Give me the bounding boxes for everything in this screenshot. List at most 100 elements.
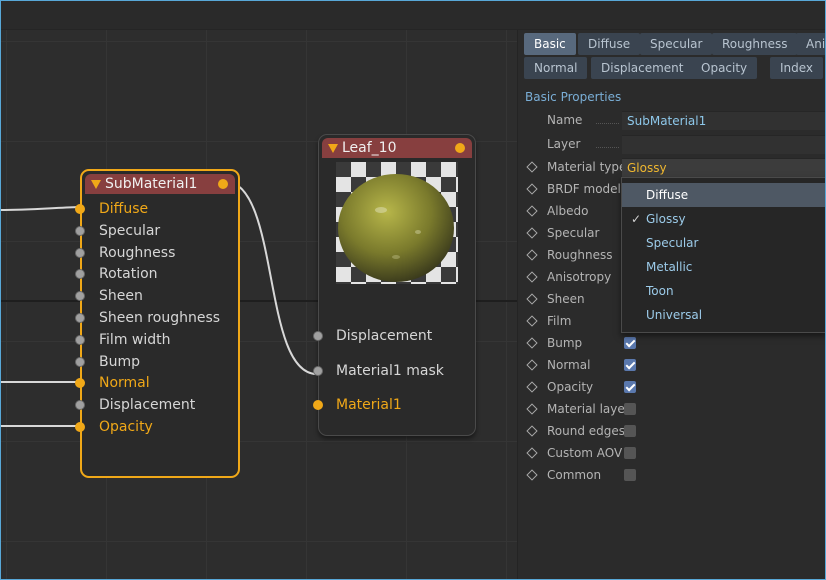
input-label: Film width (99, 331, 171, 348)
collapse-triangle-icon[interactable] (91, 180, 101, 189)
submaterial-node-title: SubMaterial1 (105, 176, 198, 192)
prop-label: Albedo (547, 204, 589, 218)
prop-label: Material type (547, 160, 627, 174)
dropdown-option-toon[interactable]: Toon (622, 279, 825, 303)
input-port[interactable] (75, 247, 85, 258)
material-type-dropdown[interactable]: Diffuse ✓ Glossy Specular Metallic Toon Univer… (621, 177, 826, 333)
prop-label: Sheen (547, 292, 585, 306)
leaf-output-port[interactable] (455, 143, 465, 153)
prop-label: Normal (547, 358, 591, 372)
input-port[interactable] (75, 225, 85, 236)
prop-row-material-type: Material type Glossy (518, 156, 826, 178)
input-label: Material1 mask (336, 362, 444, 379)
keyframe-diamond-icon[interactable] (526, 161, 538, 173)
keyframe-diamond-icon[interactable] (526, 227, 538, 239)
input-port[interactable] (313, 400, 323, 410)
input-label: Roughness (99, 244, 176, 261)
tab-opacity[interactable]: Opacity (691, 57, 758, 79)
checkbox[interactable] (624, 469, 636, 481)
keyframe-diamond-icon[interactable] (526, 183, 538, 195)
dropdown-option-glossy[interactable]: ✓ Glossy (622, 207, 825, 231)
dropdown-option-universal[interactable]: Universal (622, 303, 825, 327)
input-port[interactable] (75, 356, 85, 367)
input-port[interactable] (313, 365, 323, 376)
section-title: Basic Properties (525, 90, 622, 104)
input-port[interactable] (75, 269, 85, 280)
prop-row-round-edges: Round edges (518, 420, 826, 442)
prop-row-opacity: Opacity (518, 376, 826, 398)
leader-dots (596, 147, 619, 148)
checkbox[interactable] (624, 381, 636, 393)
node-editor-canvas[interactable]: SubMaterial1 Diffuse Specular Roughness Rot… (0, 30, 517, 580)
dropdown-option-metallic[interactable]: Metallic (622, 255, 825, 279)
submaterial-node[interactable]: SubMaterial1 Diffuse Specular Roughness Rot… (75, 169, 240, 478)
checkbox[interactable] (624, 337, 636, 349)
submaterial-output-port[interactable] (218, 179, 228, 189)
prop-label: Layer (547, 137, 581, 151)
input-port[interactable] (75, 400, 85, 411)
checkbox[interactable] (624, 359, 636, 371)
input-label: Rotation (99, 266, 158, 283)
dropdown-option-specular[interactable]: Specular (622, 231, 825, 255)
prop-row-layer: Layer (518, 133, 826, 155)
keyframe-diamond-icon[interactable] (526, 315, 538, 327)
input-port[interactable] (75, 422, 85, 432)
submaterial-node-header[interactable]: SubMaterial1 (85, 174, 235, 194)
keyframe-diamond-icon[interactable] (526, 205, 538, 217)
checkmark-icon: ✓ (631, 212, 642, 226)
prop-label: Film (547, 314, 572, 328)
tab-basic[interactable]: Basic (524, 33, 576, 55)
keyframe-diamond-icon[interactable] (526, 447, 538, 459)
checkbox[interactable] (624, 403, 636, 415)
prop-label: Common (547, 468, 602, 482)
layer-field[interactable] (622, 135, 826, 154)
keyframe-diamond-icon[interactable] (526, 359, 538, 371)
prop-label: Round edges (547, 424, 626, 438)
leaf-node-title: Leaf_10 (342, 140, 397, 156)
tab-ani[interactable]: Ani (796, 33, 826, 55)
input-port[interactable] (75, 334, 85, 345)
input-port[interactable] (75, 204, 85, 214)
tab-normal[interactable]: Normal (524, 57, 588, 79)
keyframe-diamond-icon[interactable] (526, 381, 538, 393)
name-field[interactable]: SubMaterial1 (622, 111, 826, 130)
keyframe-diamond-icon[interactable] (526, 403, 538, 415)
keyframe-diamond-icon[interactable] (526, 469, 538, 481)
input-port[interactable] (75, 378, 85, 389)
input-label: Displacement (336, 328, 433, 344)
material-type-select[interactable]: Glossy (622, 158, 826, 177)
option-label: Universal (646, 308, 703, 322)
keyframe-diamond-icon[interactable] (526, 425, 538, 437)
option-label: Diffuse (646, 188, 689, 202)
tab-specular[interactable]: Specular (640, 33, 713, 55)
prop-label: Opacity (547, 380, 594, 394)
keyframe-diamond-icon[interactable] (526, 271, 538, 283)
leaf-node-header[interactable]: Leaf_10 (322, 138, 472, 158)
input-port[interactable] (75, 291, 85, 302)
keyframe-diamond-icon[interactable] (526, 337, 538, 349)
tab-displacement[interactable]: Displacement (591, 57, 694, 79)
leader-dots (596, 123, 619, 124)
input-port[interactable] (313, 331, 323, 341)
tab-roughness[interactable]: Roughness (712, 33, 798, 55)
leaf-node[interactable]: Leaf_10 Displacement Material1 mask Mate… (313, 134, 476, 436)
keyframe-diamond-icon[interactable] (526, 249, 538, 261)
prop-row-bump: Bump (518, 332, 826, 354)
prop-label: Custom AOV (547, 446, 623, 460)
collapse-triangle-icon[interactable] (328, 144, 338, 153)
tab-index[interactable]: Index (770, 57, 824, 79)
top-toolbar (0, 0, 826, 30)
keyframe-diamond-icon[interactable] (526, 293, 538, 305)
prop-label: Specular (547, 226, 600, 240)
prop-row-normal: Normal (518, 354, 826, 376)
dropdown-option-diffuse[interactable]: Diffuse (622, 183, 825, 207)
checkbox[interactable] (624, 447, 636, 459)
checkbox[interactable] (624, 425, 636, 437)
input-port[interactable] (75, 313, 85, 323)
prop-label: Name (547, 113, 583, 127)
input-label: Displacement (99, 397, 196, 414)
prop-label: BRDF model (547, 182, 621, 196)
option-label: Specular (646, 236, 699, 250)
tab-diffuse[interactable]: Diffuse (578, 33, 641, 55)
prop-row-custom-aov: Custom AOV (518, 442, 826, 464)
